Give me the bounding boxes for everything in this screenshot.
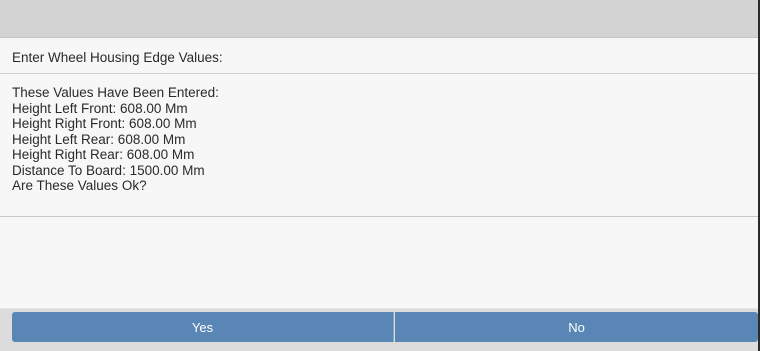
- message-line-height-left-rear: Height Left Rear: 608.00 Mm: [12, 131, 186, 147]
- message-line-height-right-front: Height Right Front: 608.00 Mm: [12, 116, 197, 131]
- message-panel: These Values Have Been Entered: Height L…: [0, 74, 758, 217]
- prompt-row: Enter Wheel Housing Edge Values:: [0, 38, 758, 74]
- message-line-height-left-front: Height Left Front: 608.00 Mm: [12, 100, 188, 116]
- no-button[interactable]: No: [395, 312, 758, 342]
- dialog-screen: Enter Wheel Housing Edge Values: These V…: [0, 0, 760, 351]
- yes-button[interactable]: Yes: [12, 312, 394, 342]
- prompt-text: Enter Wheel Housing Edge Values:: [12, 50, 223, 65]
- message-line-question: Are These Values Ok?: [12, 178, 147, 193]
- title-bar: [0, 0, 758, 38]
- message-lines: These Values Have Been Entered: Height L…: [12, 85, 219, 194]
- message-line-heading: These Values Have Been Entered:: [12, 85, 219, 100]
- empty-area: [0, 217, 758, 308]
- message-line-distance-to-board: Distance To Board: 1500.00 Mm: [12, 162, 205, 178]
- yes-button-label: Yes: [191, 319, 214, 335]
- message-line-height-right-rear: Height Right Rear: 608.00 Mm: [12, 147, 195, 162]
- no-button-label: No: [568, 319, 585, 335]
- button-bar: Yes No: [0, 308, 758, 351]
